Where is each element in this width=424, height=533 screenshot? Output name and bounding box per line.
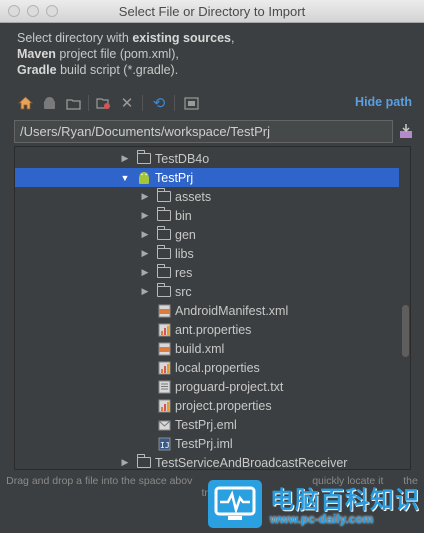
folder-icon xyxy=(157,226,171,242)
xml-file-icon xyxy=(157,342,171,356)
tree-row[interactable]: project.properties xyxy=(15,396,399,415)
tree-row[interactable]: local.properties xyxy=(15,358,399,377)
desc-line2-text: project file (pom.xml), xyxy=(55,47,179,61)
expand-arrow-icon[interactable]: ▶ xyxy=(139,229,151,241)
properties-file-icon xyxy=(157,399,171,413)
home-icon[interactable] xyxy=(16,94,34,112)
tree-scrollbar[interactable] xyxy=(401,147,410,469)
tree-row[interactable]: proguard-project.txt xyxy=(15,377,399,396)
tree-row-label: bin xyxy=(175,208,192,223)
watermark-url: www.pc-daily.com xyxy=(270,512,374,526)
folder-icon xyxy=(137,454,151,470)
expand-arrow-icon[interactable]: ▶ xyxy=(119,153,131,165)
folder-icon xyxy=(157,283,171,299)
android-project-icon xyxy=(137,171,151,185)
hide-path-link[interactable]: Hide path xyxy=(355,95,412,109)
window-titlebar: Select File or Directory to Import xyxy=(0,0,424,23)
tree-row-label: libs xyxy=(175,246,194,261)
new-folder-icon[interactable] xyxy=(94,94,112,112)
tree-row-label: TestPrj xyxy=(155,170,194,185)
android-icon[interactable] xyxy=(40,94,58,112)
tree-row-label: TestPrj.eml xyxy=(175,417,237,432)
text-file-icon xyxy=(157,380,171,394)
folder-icon xyxy=(157,264,171,280)
project-folder-icon[interactable] xyxy=(64,94,82,112)
expand-arrow-icon[interactable]: ▶ xyxy=(139,191,151,203)
dialog-description: Select directory with existing sources, … xyxy=(17,30,417,78)
tree-row[interactable]: ▶ src xyxy=(15,282,399,301)
folder-icon xyxy=(157,245,171,261)
expand-arrow-icon[interactable]: ▶ xyxy=(139,248,151,260)
tree-row-label: local.properties xyxy=(175,360,260,375)
show-hidden-icon[interactable] xyxy=(182,94,200,112)
xml-file-icon xyxy=(157,304,171,318)
expand-arrow-icon[interactable]: ▶ xyxy=(119,457,131,469)
tree-row[interactable]: ▶ gen xyxy=(15,225,399,244)
tree-row-label: ant.properties xyxy=(175,322,252,337)
watermark-title: 电脑百科知识 xyxy=(270,486,420,514)
tree-row[interactable]: ant.properties xyxy=(15,320,399,339)
eml-file-icon xyxy=(157,418,171,432)
desc-line2-bold: Maven xyxy=(17,47,56,61)
site-watermark: 电脑百科知识 www.pc-daily.com xyxy=(208,478,422,530)
tree-row[interactable]: TestPrj.eml xyxy=(15,415,399,434)
tree-row[interactable]: build.xml xyxy=(15,339,399,358)
tree-row-label: proguard-project.txt xyxy=(175,379,284,394)
path-input[interactable]: /Users/Ryan/Documents/workspace/TestPrj xyxy=(14,120,393,143)
file-tree[interactable]: ▶ TestDB4o ▼ TestPrj ▶ assets ▶ bin ▶ gen ▶ libs ▶ re… xyxy=(14,146,411,470)
tree-row[interactable]: ▶ res xyxy=(15,263,399,282)
tree-row-label: assets xyxy=(175,189,212,204)
desc-line3-text: build script (*.gradle). xyxy=(56,63,179,77)
tree-row[interactable]: ▶ TestServiceAndBroadcastReceiver xyxy=(15,453,399,470)
tree-row-label: build.xml xyxy=(175,341,225,356)
tree-row-label: TestServiceAndBroadcastReceiver xyxy=(155,455,348,470)
tree-row[interactable]: ▶ libs xyxy=(15,244,399,263)
properties-file-icon xyxy=(157,361,171,375)
tree-row-label: src xyxy=(175,284,192,299)
tree-row-label: res xyxy=(175,265,193,280)
folder-icon xyxy=(157,207,171,223)
tree-row[interactable]: AndroidManifest.xml xyxy=(15,301,399,320)
folder-icon xyxy=(137,150,151,166)
tree-row-label: project.properties xyxy=(175,398,272,413)
folder-icon xyxy=(157,188,171,204)
svg-text:IJ: IJ xyxy=(160,441,170,450)
watermark-logo xyxy=(208,480,262,528)
desc-line1-end: , xyxy=(230,31,235,45)
window-title: Select File or Directory to Import xyxy=(118,4,306,19)
properties-file-icon xyxy=(157,323,171,337)
hint-text-start: Drag and drop a file into the space abov xyxy=(6,475,193,487)
tree-row[interactable]: ▶ bin xyxy=(15,206,399,225)
tree-row-label: gen xyxy=(175,227,196,242)
tree-row[interactable]: ▶ TestDB4o xyxy=(15,149,399,168)
scrollbar-thumb[interactable] xyxy=(402,305,409,357)
iml-file-icon: IJ xyxy=(157,437,171,451)
tree-row[interactable]: ▼ TestPrj xyxy=(15,168,399,187)
tree-row-label: AndroidManifest.xml xyxy=(175,303,289,318)
expand-arrow-icon[interactable]: ▶ xyxy=(139,286,151,298)
tree-row[interactable]: ▶ assets xyxy=(15,187,399,206)
tree-row-label: TestDB4o xyxy=(155,151,210,166)
desc-line1-text: Select directory with xyxy=(17,31,133,45)
tree-row-label: TestPrj.iml xyxy=(175,436,233,451)
expand-arrow-icon[interactable]: ▶ xyxy=(139,210,151,222)
collapse-arrow-icon[interactable]: ▼ xyxy=(119,172,131,184)
desc-line1-bold: existing sources xyxy=(132,31,231,45)
refresh-icon[interactable]: ⟲ xyxy=(150,94,168,112)
path-history-icon[interactable] xyxy=(397,121,415,141)
delete-icon[interactable]: ✕ xyxy=(118,94,136,112)
desc-line3-bold: Gradle xyxy=(17,63,57,77)
tree-row[interactable]: IJ TestPrj.iml xyxy=(15,434,399,453)
file-chooser-toolbar: ✕ ⟲ Hide path xyxy=(14,92,414,114)
expand-arrow-icon[interactable]: ▶ xyxy=(139,267,151,279)
